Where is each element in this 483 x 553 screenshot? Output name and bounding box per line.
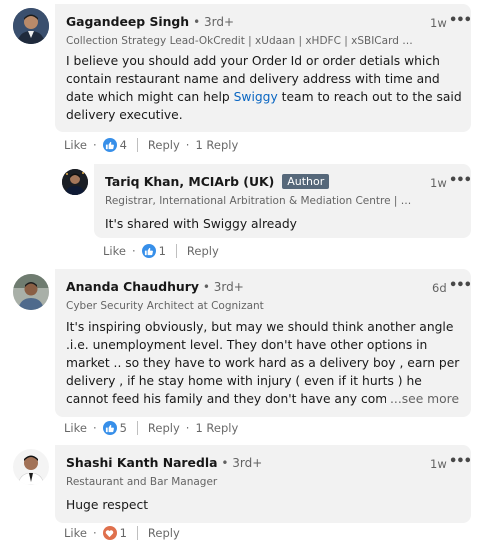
more-options-icon[interactable]: ••• (449, 454, 472, 469)
more-options-icon[interactable]: ••• (449, 13, 472, 28)
comment-body: I believe you should add your Order Id o… (66, 52, 466, 124)
timestamp: 1w (430, 176, 447, 190)
timestamp: 1w (430, 457, 447, 471)
thumbs-up-icon[interactable] (102, 138, 117, 152)
author-name[interactable]: Ananda Chaudhury (66, 279, 199, 294)
separator: · (92, 421, 97, 435)
reply-button[interactable]: Reply (148, 421, 180, 435)
divider (136, 138, 138, 152)
reply-button[interactable]: Reply (148, 526, 180, 540)
author-headline: Collection Strategy Lead-OkCredit | xUda… (66, 35, 416, 47)
comment-body: It's shared with Swiggy already (105, 217, 297, 231)
avatar[interactable] (13, 8, 49, 44)
comment: Shashi Kanth Naredla • 3rd+ Restaurant a… (0, 441, 483, 553)
author-name[interactable]: Shashi Kanth Naredla (66, 455, 217, 470)
author-line: Ananda Chaudhury • 3rd+ (66, 279, 244, 294)
see-more-button[interactable]: ...see more (386, 390, 460, 408)
reply-button[interactable]: Reply (148, 138, 180, 152)
author-line: Tariq Khan, MCIArb (UK) Author (105, 174, 330, 190)
reaction-count[interactable]: 1 (120, 526, 127, 540)
author-headline: Registrar, International Arbitration & M… (105, 195, 415, 207)
comment-bubble: Shashi Kanth Naredla • 3rd+ Restaurant a… (55, 445, 472, 523)
profile-photo-icon (13, 274, 49, 310)
divider (136, 526, 138, 540)
author-name[interactable]: Tariq Khan, MCIArb (UK) (105, 174, 274, 189)
comment-actions: Like · 1 Reply (103, 244, 219, 258)
timestamp: 6d (432, 281, 447, 295)
replies-count-link[interactable]: 1 Reply (195, 138, 238, 152)
divider (175, 244, 177, 258)
more-options-icon[interactable]: ••• (449, 278, 472, 293)
author-badge: Author (282, 174, 330, 189)
avatar[interactable] (13, 449, 49, 485)
profile-photo-icon (13, 8, 49, 44)
comment-actions: Like · 5 Reply · 1 Reply (64, 421, 238, 435)
avatar[interactable] (62, 169, 88, 195)
reply-button[interactable]: Reply (187, 244, 219, 258)
comment-body: Huge respect (66, 498, 149, 512)
divider (136, 421, 138, 435)
reply-comment: Tariq Khan, MCIArb (UK) Author Registrar… (0, 160, 483, 265)
author-name[interactable]: Gagandeep Singh (66, 14, 189, 29)
comment-bubble: Ananda Chaudhury • 3rd+ Cyber Security A… (55, 269, 472, 417)
connection-degree: • 3rd+ (221, 456, 263, 470)
separator: · (131, 244, 136, 258)
separator: · (185, 138, 190, 152)
separator: · (92, 526, 97, 540)
separator: · (185, 421, 190, 435)
comment: Ananda Chaudhury • 3rd+ Cyber Security A… (0, 265, 483, 440)
thumbs-up-icon[interactable] (141, 244, 156, 258)
more-options-icon[interactable]: ••• (449, 173, 472, 188)
connection-degree: • 3rd+ (193, 15, 235, 29)
reaction-count[interactable]: 5 (120, 421, 127, 435)
author-line: Shashi Kanth Naredla • 3rd+ (66, 455, 262, 470)
reaction-count[interactable]: 1 (159, 244, 166, 258)
replies-count-link[interactable]: 1 Reply (195, 421, 238, 435)
comment: Gagandeep Singh • 3rd+ Collection Strate… (0, 0, 483, 160)
like-button[interactable]: Like (64, 421, 87, 435)
like-button[interactable]: Like (64, 526, 87, 540)
author-headline: Cyber Security Architect at Cognizant (66, 300, 264, 312)
company-mention-link[interactable]: Swiggy (234, 90, 278, 104)
comment-bubble: Tariq Khan, MCIArb (UK) Author Registrar… (94, 164, 472, 238)
thumbs-up-icon[interactable] (102, 421, 117, 435)
like-button[interactable]: Like (103, 244, 126, 258)
reaction-count[interactable]: 4 (120, 138, 127, 152)
separator: · (92, 138, 97, 152)
author-headline: Restaurant and Bar Manager (66, 476, 218, 488)
profile-photo-icon (13, 449, 49, 485)
like-button[interactable]: Like (64, 138, 87, 152)
timestamp: 1w (430, 16, 447, 30)
connection-degree: • 3rd+ (202, 280, 244, 294)
avatar[interactable] (13, 274, 49, 310)
author-line: Gagandeep Singh • 3rd+ (66, 14, 234, 29)
heart-icon[interactable] (102, 526, 117, 540)
comment-actions: Like · 1 Reply (64, 526, 180, 540)
comment-bubble: Gagandeep Singh • 3rd+ Collection Strate… (55, 4, 472, 132)
profile-photo-icon (62, 169, 88, 195)
comment-actions: Like · 4 Reply · 1 Reply (64, 138, 238, 152)
